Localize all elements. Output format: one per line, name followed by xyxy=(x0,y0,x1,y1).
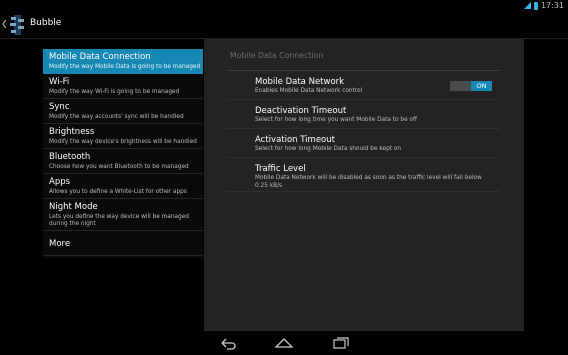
action-bar: Bubble xyxy=(0,11,568,39)
chevron-left-icon[interactable] xyxy=(1,17,8,31)
sidebar-item-sync[interactable]: Sync Modify the way accounts' sync will … xyxy=(43,99,203,124)
back-icon[interactable] xyxy=(218,336,238,350)
sidebar-item-apps[interactable]: Apps Allows you to define a White-List f… xyxy=(43,174,203,199)
sidebar-item-mobile-data[interactable]: Mobile Data Connection Modify the way Mo… xyxy=(43,49,203,74)
pref-title: Deactivation Timeout xyxy=(255,106,347,116)
pref-mobile-data-network[interactable]: Mobile Data Network Enables Mobile Data … xyxy=(227,72,500,100)
sidebar-item-wifi[interactable]: Wi-Fi Modify the way Wi-Fi is going to b… xyxy=(43,74,203,99)
sidebar-item-title: Brightness xyxy=(49,127,95,137)
sidebar-item-title: Apps xyxy=(49,177,71,187)
toggle-on-label: ON xyxy=(471,81,492,91)
pref-title: Mobile Data Network xyxy=(255,77,345,87)
status-indicators: 17:31 xyxy=(523,0,564,11)
mobile-data-toggle[interactable]: ON xyxy=(450,81,492,91)
pref-title: Traffic Level xyxy=(255,164,306,174)
sidebar-item-brightness[interactable]: Brightness Modify the way device's brigh… xyxy=(43,124,203,149)
sidebar-item-subtitle: Choose how you want Bluetooth to be mana… xyxy=(49,164,189,170)
battery-icon xyxy=(533,1,538,10)
sidebar-item-subtitle: Allows you to define a White-List for ot… xyxy=(49,189,187,195)
status-time: 17:31 xyxy=(540,1,564,10)
pref-subtitle: Mobile Data Network will be disabled as … xyxy=(255,175,482,189)
recents-icon[interactable] xyxy=(331,336,351,350)
pref-activation-timeout[interactable]: Activation Timeout Select for how long M… xyxy=(227,130,500,158)
sidebar-item-subtitle: Lets you define the way device will be m… xyxy=(49,214,189,227)
status-bar: 17:31 xyxy=(0,0,568,11)
settings-sidebar: Mobile Data Connection Modify the way Mo… xyxy=(43,49,203,258)
sidebar-item-title: Mobile Data Connection xyxy=(49,52,151,62)
sidebar-item-subtitle: Modify the way accounts' sync will be ha… xyxy=(49,114,184,120)
sidebar-item-title: Night Mode xyxy=(49,202,98,212)
pref-deactivation-timeout[interactable]: Deactivation Timeout Select for how long… xyxy=(227,101,500,129)
sidebar-item-night-mode[interactable]: Night Mode Lets you define the way devic… xyxy=(43,199,203,231)
sidebar-item-subtitle: Modify the way device's brightness will … xyxy=(49,139,197,145)
sidebar-item-more[interactable]: More xyxy=(43,231,203,256)
detail-heading: Mobile Data Connection xyxy=(230,51,324,60)
app-title: Bubble xyxy=(30,18,62,28)
sidebar-item-subtitle: Modify the way Mobile Data is going to b… xyxy=(49,64,201,70)
signal-icon xyxy=(523,2,531,9)
app-logo-icon[interactable] xyxy=(8,14,26,36)
sidebar-item-title: More xyxy=(49,239,71,249)
heading-divider xyxy=(227,70,500,71)
navigation-bar xyxy=(0,331,568,355)
sidebar-item-title: Wi-Fi xyxy=(49,77,70,87)
sidebar-item-title: Bluetooth xyxy=(49,152,91,162)
home-icon[interactable] xyxy=(274,336,294,350)
detail-panel: Mobile Data Connection Mobile Data Netwo… xyxy=(204,39,524,331)
sidebar-item-bluetooth[interactable]: Bluetooth Choose how you want Bluetooth … xyxy=(43,149,203,174)
pref-subtitle: Select for how long time you want Mobile… xyxy=(255,117,418,123)
pref-title: Activation Timeout xyxy=(255,135,335,145)
sidebar-item-title: Sync xyxy=(49,102,70,112)
sidebar-item-subtitle: Modify the way Wi-Fi is going to be mana… xyxy=(49,89,180,95)
pref-traffic-level[interactable]: Traffic Level Mobile Data Network will b… xyxy=(227,159,500,192)
pref-subtitle: Select for how long Mobile Data should b… xyxy=(255,146,402,152)
